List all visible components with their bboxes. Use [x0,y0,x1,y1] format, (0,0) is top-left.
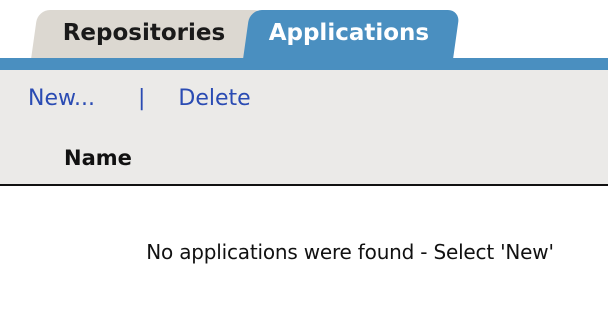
tab-applications-label: Applications [268,20,430,46]
empty-state-message: No applications were found - Select 'New… [146,240,554,264]
toolbar-separator: | [137,86,146,111]
column-header-name[interactable]: Name [64,146,132,170]
actions-panel: New... | Delete Name [0,70,608,186]
toolbar: New... | Delete [28,86,251,116]
tab-strip: Repositories Applications [0,0,608,66]
new-button[interactable]: New... [28,86,95,111]
delete-button[interactable]: Delete [178,86,250,111]
tab-underline-bar [0,58,608,70]
tab-repositories-label: Repositories [62,20,226,46]
